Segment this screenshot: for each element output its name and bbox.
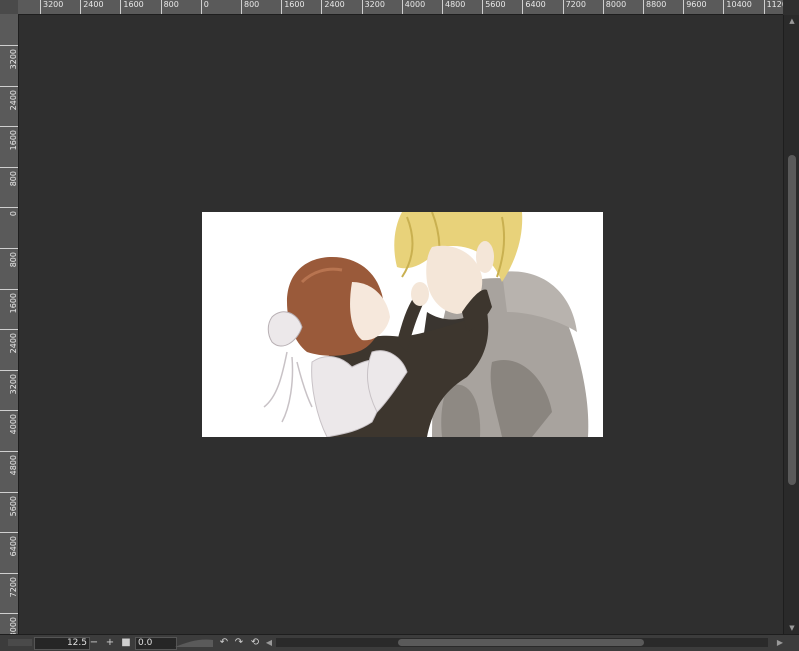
ruler-top-label: 9600 [683,0,707,14]
ruler-left-text: 3200 [9,373,18,395]
ruler-top-label: 800 [241,0,259,14]
ruler-left-label: 4000 [0,410,18,435]
girl-hand-right [476,241,494,273]
ruler-top-label: 4800 [442,0,465,14]
ruler-top-label: 1600 [281,0,305,14]
ruler-left-label: 2400 [0,329,18,354]
rotate-right-button[interactable]: ↷ [233,636,245,649]
zoom-out-button[interactable]: − [88,636,100,649]
ruler-left-text: 5600 [9,495,18,516]
ruler-left-text: 2400 [9,89,18,110]
ruler-top-label: 1120 [763,0,783,14]
ribbon [263,351,313,423]
ruler-left-text: 0 [9,211,18,217]
ruler-top-label: 1600 [120,0,144,14]
ruler-top-label: 2400 [80,0,104,14]
ruler-left-label: 800 [0,248,18,267]
ruler-left-text: 1600 [9,130,18,151]
girl-face [350,282,390,341]
ruler-left-label: 1600 [0,288,18,313]
ruler-left-label: 3200 [0,45,18,69]
rotation-slider[interactable] [175,638,213,647]
ruler-left-label: 5600 [0,491,18,516]
ruler-left-label: 2400 [0,85,18,110]
ruler-left-label: 6400 [0,532,18,557]
ruler-left-label: 800 [0,166,18,186]
ruler-left-text: 800 [9,252,18,268]
square-icon[interactable]: ■ [120,636,132,649]
canvas-viewport[interactable] [19,15,783,634]
zoom-input[interactable]: 12.5 [34,637,90,650]
zoom-slider[interactable] [8,639,32,646]
ruler-top-label: 7200 [562,0,586,14]
ruler-left-text: 8000 [9,617,18,634]
vertical-scrollbar[interactable]: ▲ ▼ [783,15,799,634]
reset-rotation-button[interactable]: ⟲ [249,636,261,649]
ruler-top-label: 8000 [602,0,626,14]
ruler-top-label: 3200 [361,0,385,14]
vertical-scroll-thumb[interactable] [788,155,796,485]
ruler-left-text: 7200 [9,576,18,598]
vertical-ruler[interactable]: 3200 2400 1600 800 0 800 1600 2400 3200 4000 4800 5… [0,14,19,634]
rotation-angle-input[interactable]: 0.0 [135,637,177,650]
ruler-left-text: 800 [9,170,18,187]
navigator-bar: 12.5 − + ■ 0.0 ↶ ↷ ⟲ ◀ ▶ [0,634,799,651]
ruler-top-label: 3200 [40,0,63,14]
ruler-top-label: 8800 [643,0,666,14]
ruler-left-text: 4000 [9,414,18,435]
horizontal-ruler[interactable]: 3200 2400 1600 800 0 800 1600 2400 3200 4000 4800 5… [18,0,783,15]
ruler-left-text: 6400 [9,536,18,557]
ruler-corner [0,0,19,15]
ruler-left-label: 1600 [0,126,18,151]
rotate-left-button[interactable]: ↶ [218,636,230,649]
zoom-in-button[interactable]: + [104,636,116,649]
ruler-top-label: 5600 [482,0,506,14]
chevron-down-icon[interactable]: ▼ [787,624,797,632]
ruler-left-label: 8000 [0,613,18,634]
ruler-left-label: 0 [0,207,18,216]
ruler-left-text: 4800 [9,455,18,476]
ruler-left-text: 1600 [9,292,18,313]
horizontal-scroll-thumb[interactable] [398,639,644,646]
ruler-top-label: 4000 [401,0,425,14]
ruler-top-label: 10400 [723,0,752,14]
ruler-left-text: 2400 [9,333,18,354]
artwork-canvas[interactable] [202,212,603,437]
application-window: 3200 2400 1600 800 0 800 1600 2400 3200 4000 4800 5… [0,0,799,651]
girl-hand-left [411,282,429,306]
ruler-top-label: 0 [200,0,209,14]
chevron-up-icon[interactable]: ▲ [787,17,797,25]
ruler-top-label: 2400 [321,0,345,14]
chevron-left-icon[interactable]: ◀ [264,636,274,649]
ruler-left-label: 7200 [0,572,18,597]
artwork-illustration [263,212,589,437]
ruler-left-label: 4800 [0,451,18,475]
ruler-top-label: 6400 [522,0,546,14]
chevron-right-icon[interactable]: ▶ [775,636,785,649]
ruler-left-label: 3200 [0,369,18,394]
ruler-top-label: 800 [160,0,179,14]
ruler-left-text: 3200 [9,49,18,70]
